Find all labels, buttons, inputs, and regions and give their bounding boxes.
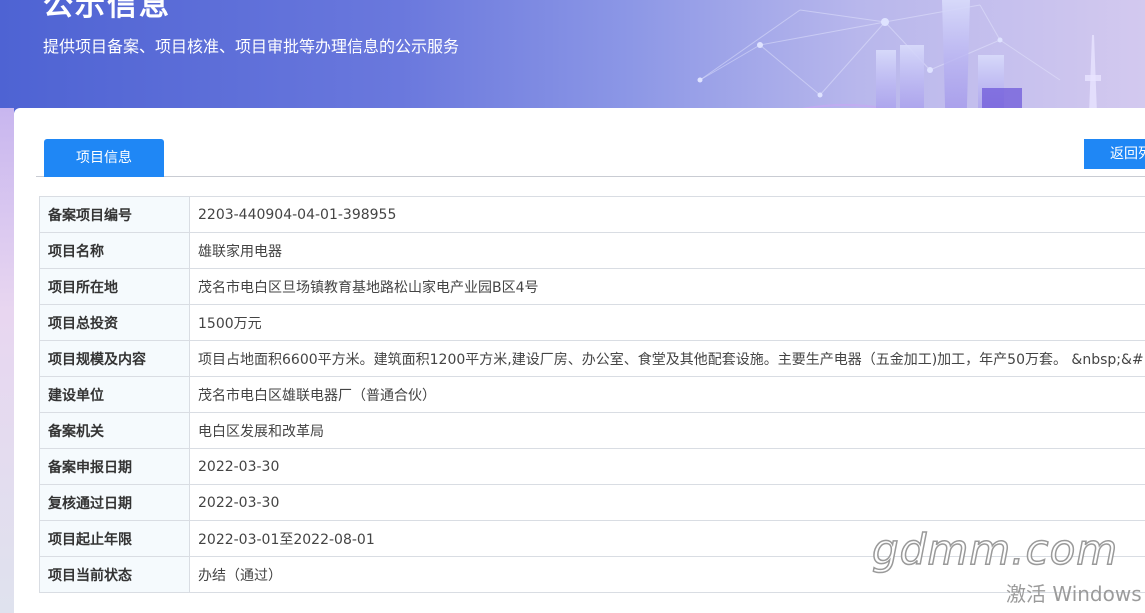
table-row: 备案机关 电白区发展和改革局 [39, 412, 1145, 449]
table-row: 备案申报日期 2022-03-30 [39, 448, 1145, 485]
table-row: 项目所在地 茂名市电白区旦场镇教育基地路松山家电产业园B区4号 [39, 268, 1145, 305]
row-value: 雄联家用电器 [189, 232, 1145, 269]
row-label: 项目所在地 [39, 268, 190, 305]
row-value: 项目占地面积6600平方米。建筑面积1200平方米,建设厂房、办公室、食堂及其他… [189, 340, 1145, 377]
row-label: 项目起止年限 [39, 520, 190, 557]
page-subtitle: 提供项目备案、项目核准、项目审批等办理信息的公示服务 [43, 37, 460, 56]
row-label: 项目当前状态 [39, 556, 190, 593]
row-label: 项目名称 [39, 232, 190, 269]
row-value: 茂名市电白区旦场镇教育基地路松山家电产业园B区4号 [189, 268, 1145, 305]
page-title: 公示信息 [43, 0, 171, 23]
windows-activation-watermark: 激活 Windows [1006, 582, 1142, 606]
row-label: 备案机关 [39, 412, 190, 449]
back-to-list-button[interactable]: 返回列表 [1084, 139, 1145, 169]
table-row: 复核通过日期 2022-03-30 [39, 484, 1145, 521]
row-label: 项目总投资 [39, 304, 190, 341]
row-value: 茂名市电白区雄联电器厂（普通合伙） [189, 376, 1145, 413]
row-label: 复核通过日期 [39, 484, 190, 521]
row-value: 2022-03-30 [189, 484, 1145, 521]
site-watermark: gdmm.com [871, 524, 1119, 575]
row-value: 1500万元 [189, 304, 1145, 341]
tab-project-info[interactable]: 项目信息 [44, 139, 164, 177]
row-value: 2203-440904-04-01-398955 [189, 196, 1145, 233]
table-row: 项目规模及内容 项目占地面积6600平方米。建筑面积1200平方米,建设厂房、办公… [39, 340, 1145, 377]
table-row: 项目名称 雄联家用电器 [39, 232, 1145, 269]
row-label: 备案申报日期 [39, 448, 190, 485]
row-value: 2022-03-30 [189, 448, 1145, 485]
table-row: 项目总投资 1500万元 [39, 304, 1145, 341]
row-value: 电白区发展和改革局 [189, 412, 1145, 449]
table-row: 备案项目编号 2203-440904-04-01-398955 [39, 196, 1145, 233]
row-label: 建设单位 [39, 376, 190, 413]
tab-bar: 项目信息 [36, 138, 1145, 177]
row-label: 项目规模及内容 [39, 340, 190, 377]
page-left-edge [0, 108, 14, 613]
row-label: 备案项目编号 [39, 196, 190, 233]
table-row: 建设单位 茂名市电白区雄联电器厂（普通合伙） [39, 376, 1145, 413]
